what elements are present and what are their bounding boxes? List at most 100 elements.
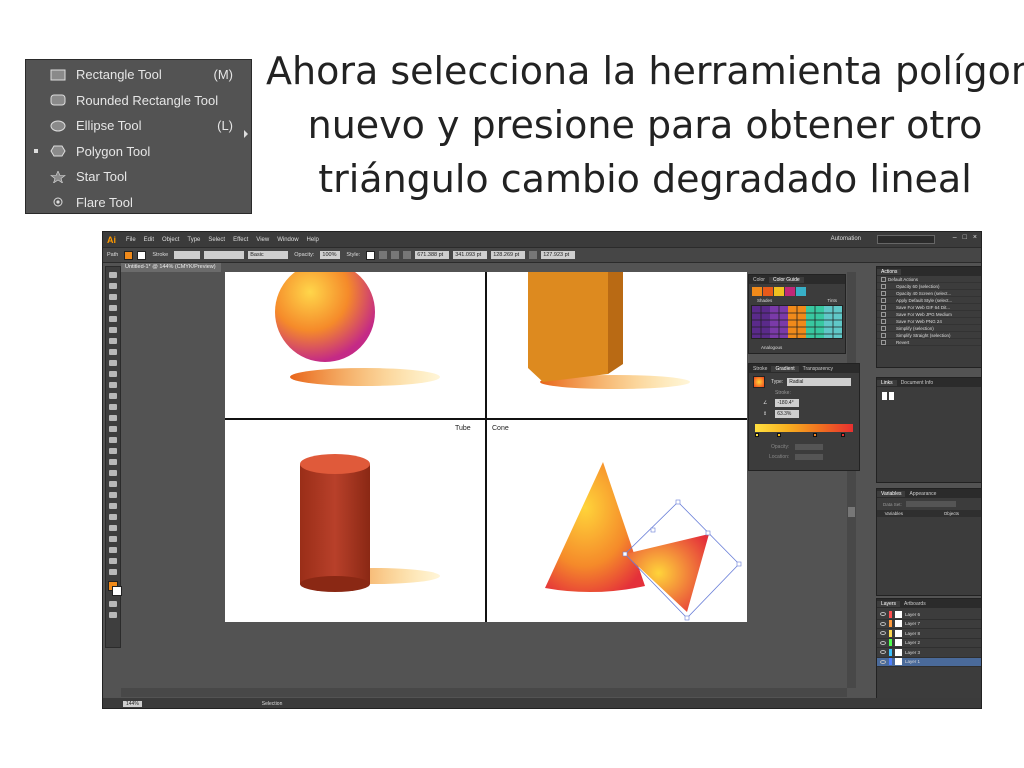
menu-type[interactable]: Type	[183, 237, 204, 243]
tab-document-info[interactable]: Document Info	[897, 380, 938, 386]
data-set-select[interactable]	[905, 501, 956, 507]
document-tab[interactable]: Untitled-1* @ 144% (CMYK/Preview)	[121, 263, 221, 272]
tab-layers[interactable]: Layers	[877, 600, 901, 607]
hand-tool-icon[interactable]	[109, 558, 117, 564]
action-set[interactable]: Default Actions	[877, 276, 981, 283]
tab-transparency[interactable]: Transparency	[799, 366, 837, 372]
toggle-checkbox[interactable]	[881, 339, 886, 345]
visibility-eye-icon[interactable]	[880, 650, 886, 655]
lasso-tool-icon[interactable]	[109, 305, 117, 311]
tab-links[interactable]: Links	[877, 379, 897, 386]
link-proportions-icon[interactable]	[529, 251, 538, 259]
toggle-checkbox[interactable]	[881, 283, 886, 289]
harmony-bar[interactable]	[752, 287, 842, 296]
harmony-swatch[interactable]	[763, 287, 773, 296]
minimize-icon[interactable]: –	[953, 234, 957, 241]
harmony-swatch[interactable]	[785, 287, 795, 296]
fill-swatch[interactable]	[124, 250, 134, 260]
menu-object[interactable]: Object	[158, 237, 183, 243]
rounded-rectangle-tool-item[interactable]: Rounded Rectangle Tool	[26, 88, 251, 114]
align-icon[interactable]	[379, 251, 388, 259]
angle-field[interactable]: -180.4°	[775, 399, 800, 407]
layer-row[interactable]: Layer 2	[877, 639, 981, 648]
visibility-eye-icon[interactable]	[880, 612, 886, 617]
vertical-scrollbar[interactable]	[847, 272, 856, 688]
variable-width-field[interactable]	[204, 251, 245, 259]
tab-variables[interactable]: Variables	[877, 490, 906, 497]
layer-row[interactable]: Layer 8	[877, 629, 981, 639]
tab-color-guide[interactable]: Color Guide	[768, 276, 804, 283]
blend-tool-icon[interactable]	[109, 503, 117, 509]
ellipse-tool-item[interactable]: Ellipse Tool (L)	[26, 113, 251, 139]
visibility-eye-icon[interactable]	[880, 631, 886, 636]
zoom-select[interactable]: 144%	[123, 701, 142, 707]
blob-brush-tool-icon[interactable]	[109, 382, 117, 388]
close-icon[interactable]: ×	[973, 234, 977, 241]
type-tool-icon[interactable]	[109, 327, 117, 333]
action-item[interactable]: Revert	[877, 339, 981, 346]
perspective-grid-tool-icon[interactable]	[109, 459, 117, 465]
tab-stroke[interactable]: Stroke	[749, 366, 771, 372]
toggle-checkbox[interactable]	[881, 311, 886, 317]
tab-gradient[interactable]: Gradient	[771, 365, 799, 372]
gradient-stop[interactable]	[841, 433, 845, 437]
tab-actions[interactable]: Actions	[877, 268, 902, 275]
tab-color[interactable]: Color	[749, 277, 769, 283]
toggle-checkbox[interactable]	[881, 318, 886, 324]
tab-appearance[interactable]: Appearance	[905, 491, 940, 497]
color-guide-grid[interactable]	[749, 304, 845, 340]
gradient-type-select[interactable]: Radial	[787, 378, 852, 386]
draw-mode-icon[interactable]	[109, 601, 117, 607]
action-item[interactable]: Save For Web PNG 24	[877, 318, 981, 325]
stroke-weight-field[interactable]	[174, 251, 201, 259]
menu-edit[interactable]: Edit	[140, 237, 158, 243]
action-item[interactable]: Opacity 60 (selection)	[877, 283, 981, 290]
eraser-tool-icon[interactable]	[109, 393, 117, 399]
action-item[interactable]: Simplify (selection)	[877, 325, 981, 332]
shape-builder-tool-icon[interactable]	[109, 448, 117, 454]
visibility-eye-icon[interactable]	[880, 621, 886, 626]
menu-help[interactable]: Help	[303, 237, 323, 243]
aspect-ratio-field[interactable]: 63.3%	[775, 410, 800, 418]
gradient-tool-icon[interactable]	[109, 481, 117, 487]
visibility-eye-icon[interactable]	[880, 640, 886, 645]
graphic-style-swatch[interactable]	[366, 250, 376, 260]
selection-tool-icon[interactable]	[109, 272, 117, 278]
harmony-swatch[interactable]	[796, 287, 806, 296]
horizontal-scrollbar[interactable]	[121, 688, 847, 697]
pen-tool-icon[interactable]	[109, 316, 117, 322]
gradient-stop[interactable]	[755, 433, 759, 437]
menu-view[interactable]: View	[252, 237, 273, 243]
link-thumbnail[interactable]	[889, 392, 894, 400]
stop-location-field[interactable]	[795, 454, 824, 460]
layer-row[interactable]: Layer 7	[877, 620, 981, 629]
magic-wand-tool-icon[interactable]	[109, 294, 117, 300]
stop-opacity-field[interactable]	[795, 444, 824, 450]
toggle-checkbox[interactable]	[881, 325, 886, 331]
link-thumbnail[interactable]	[882, 392, 887, 400]
rectangle-tool-item[interactable]: Rectangle Tool (M)	[26, 62, 251, 88]
free-transform-tool-icon[interactable]	[109, 437, 117, 443]
menu-file[interactable]: File	[122, 237, 140, 243]
flyout-tearoff-arrow[interactable]	[244, 130, 248, 138]
layer-row[interactable]: Layer 1	[877, 657, 981, 667]
direct-selection-tool-icon[interactable]	[109, 283, 117, 289]
shape-tool-icon[interactable]	[109, 349, 117, 355]
action-item[interactable]: Simplify Straight (selection)	[877, 332, 981, 339]
scale-tool-icon[interactable]	[109, 415, 117, 421]
gradient-slider[interactable]	[755, 424, 853, 432]
status-mode[interactable]: Selection	[262, 701, 283, 707]
pencil-tool-icon[interactable]	[109, 371, 117, 377]
maximize-icon[interactable]: □	[963, 234, 967, 241]
rotate-tool-icon[interactable]	[109, 404, 117, 410]
width-tool-icon[interactable]	[109, 426, 117, 432]
x-field[interactable]: 671.388 pt	[415, 251, 450, 259]
slice-tool-icon[interactable]	[109, 547, 117, 553]
reference-point-icon[interactable]	[403, 251, 412, 259]
menu-effect[interactable]: Effect	[229, 237, 252, 243]
gradient-thumbnail[interactable]	[753, 376, 765, 388]
opacity-field[interactable]: 100%	[320, 251, 341, 259]
tab-artboards[interactable]: Artboards	[900, 601, 930, 607]
h-field[interactable]: 127.923 pt	[541, 251, 576, 259]
brush-field[interactable]: Basic	[248, 251, 289, 259]
